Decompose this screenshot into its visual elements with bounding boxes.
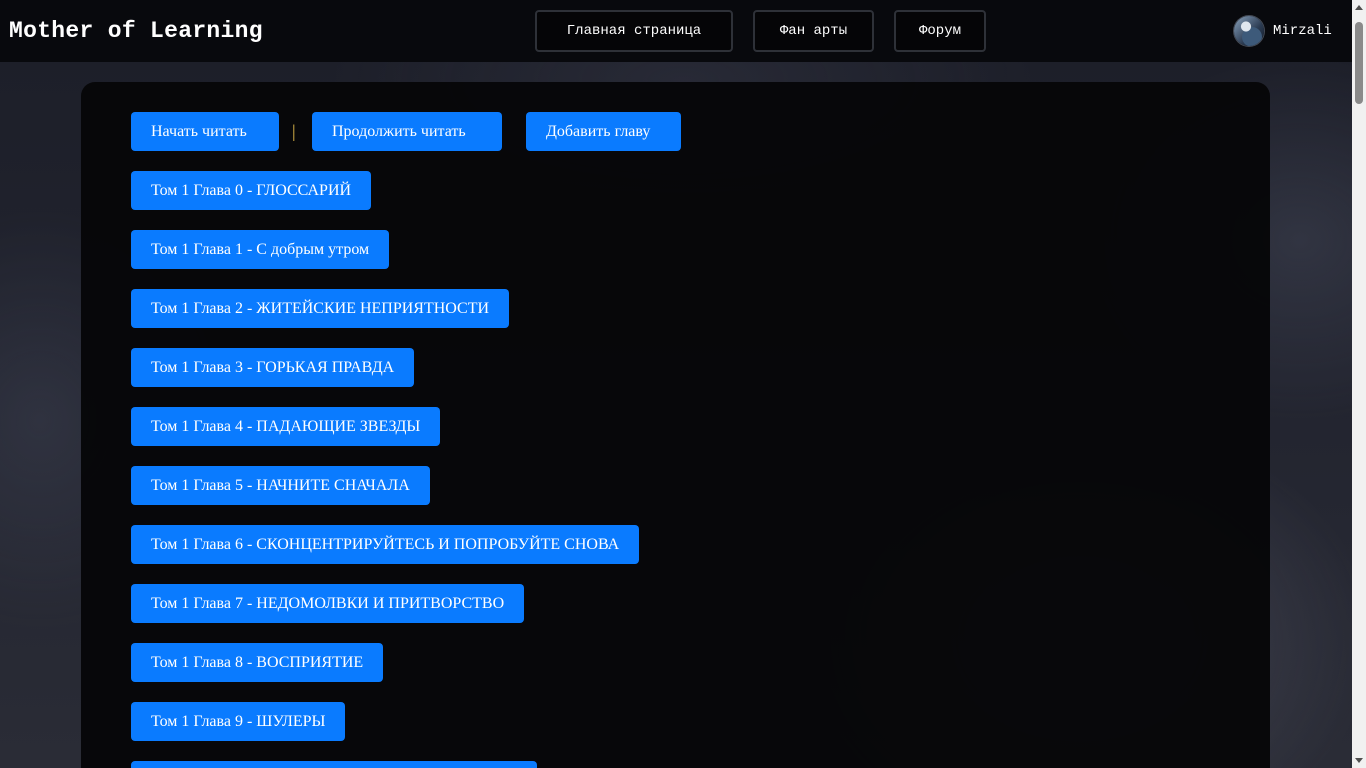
chapter-link[interactable]: Том 1 Глава 6 - СКОНЦЕНТРИРУЙТЕСЬ И ПОПР… <box>131 525 640 564</box>
chapter-link[interactable]: Том 1 Глава 4 - ПАДАЮЩИЕ ЗВЕЗДЫ <box>131 407 441 446</box>
chapter-link[interactable]: Том 1 Глава 2 - ЖИТЕЙСКИЕ НЕПРИЯТНОСТИ <box>131 289 510 328</box>
chapter-link[interactable]: Том 1 Глава 9 - ШУЛЕРЫ <box>131 702 346 741</box>
chapter-link[interactable]: Том 1 Глава 8 - ВОСПРИЯТИЕ <box>131 643 384 682</box>
chapter-link-partial[interactable] <box>131 761 537 768</box>
chapter-link[interactable]: Том 1 Глава 1 - С добрым утром <box>131 230 390 269</box>
top-navigation-bar: Mother of Learning Главная страница Фан … <box>0 0 1352 62</box>
site-title[interactable]: Mother of Learning <box>9 17 263 45</box>
continue-reading-button[interactable]: Продолжить читать <box>312 112 502 151</box>
scroll-thumb[interactable] <box>1355 22 1363 104</box>
action-separator: | <box>292 121 296 141</box>
start-reading-button[interactable]: Начать читать <box>131 112 279 151</box>
chapter-link[interactable]: Том 1 Глава 3 - ГОРЬКАЯ ПРАВДА <box>131 348 415 387</box>
scroll-down-arrow-icon[interactable] <box>1355 758 1363 763</box>
avatar[interactable] <box>1234 16 1264 46</box>
nav-forum-button[interactable]: Форум <box>894 10 986 52</box>
chapter-link[interactable]: Том 1 Глава 7 - НЕДОМОЛВКИ И ПРИТВОРСТВО <box>131 584 525 623</box>
user-menu[interactable]: Mirzali <box>1234 16 1332 46</box>
add-chapter-button[interactable]: Добавить главу <box>526 112 681 151</box>
page-scrollbar[interactable] <box>1352 0 1366 768</box>
chapter-link[interactable]: Том 1 Глава 5 - НАЧНИТЕ СНАЧАЛА <box>131 466 430 505</box>
nav-home-button[interactable]: Главная страница <box>535 10 733 52</box>
scroll-up-arrow-icon[interactable] <box>1355 5 1363 10</box>
chapter-link[interactable]: Том 1 Глава 0 - ГЛОССАРИЙ <box>131 171 372 210</box>
chapter-list-panel: Начать читать | Продолжить читать Добави… <box>81 82 1270 768</box>
nav-fanart-button[interactable]: Фан арты <box>753 10 874 52</box>
username[interactable]: Mirzali <box>1273 23 1332 39</box>
